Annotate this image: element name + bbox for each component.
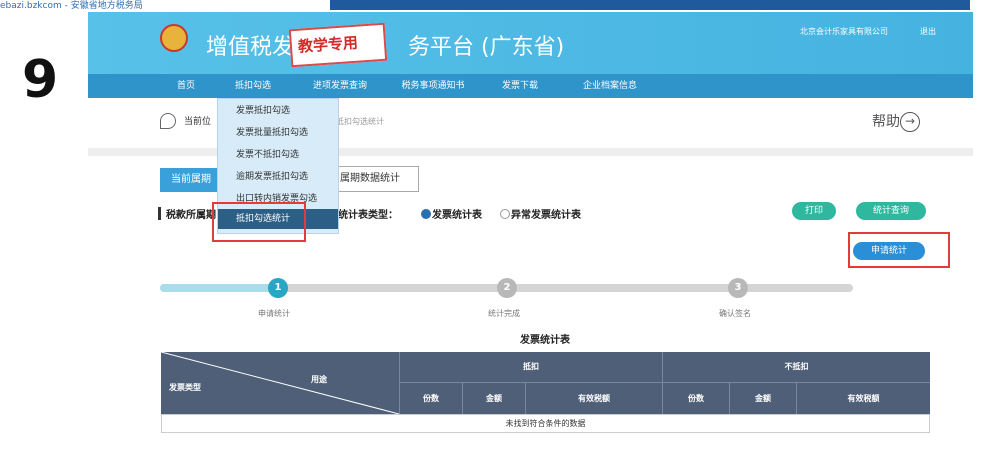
nav-invoice-download[interactable]: 发票下载 xyxy=(486,74,554,98)
highlight-box-menu xyxy=(212,202,306,242)
nav-tax-notice[interactable]: 税务事项通知书 xyxy=(388,74,478,98)
step-1-label: 申请统计 xyxy=(258,309,290,318)
section-title: 税款所属期 xyxy=(166,210,216,221)
section-marker xyxy=(158,207,161,220)
col-tax: 有效税额 xyxy=(847,394,880,403)
tab-period-stats[interactable]: 属期数据统计 xyxy=(337,166,419,192)
radio-invoice-stat[interactable] xyxy=(421,209,431,219)
step-1-icon: 1 xyxy=(268,278,288,298)
tax-emblem-icon xyxy=(160,24,188,52)
tab-current-period[interactable]: 当前属期 xyxy=(160,168,222,192)
breadcrumb-current: 抵扣勾选统计 xyxy=(336,117,384,126)
print-button[interactable]: 打印 xyxy=(792,202,836,220)
table-header: 发票类型 用途 抵扣 不抵扣 份数 金额 有效税额 份数 金额 有效税额 xyxy=(161,352,930,414)
app-title-part2: 务平台 (广东省) xyxy=(408,35,565,60)
table-title: 发票统计表 xyxy=(520,335,570,346)
top-strip: ebazi.bzkcom - 安徽省地方税务局 xyxy=(0,0,988,11)
col-amount: 金额 xyxy=(463,383,526,414)
col-count: 份数 xyxy=(400,383,463,414)
option-abnormal-stat[interactable]: 异常发票统计表 xyxy=(511,206,581,221)
stamp-text: 教学专用 xyxy=(297,33,359,56)
app-title-part1: 增值税发 xyxy=(206,35,295,60)
location-icon xyxy=(160,113,176,129)
step-3-icon: 3 xyxy=(728,278,748,298)
source-caption: ebazi.bzkcom - 安徽省地方税务局 xyxy=(0,1,143,11)
stat-type-label: 统计表类型： xyxy=(338,210,398,221)
corner-use-label: 用途 xyxy=(311,375,327,384)
corner-type-label: 发票类型 xyxy=(169,383,201,392)
menu-item-nondeduct[interactable]: 发票不抵扣勾选 xyxy=(218,145,338,165)
step-2-icon: 2 xyxy=(497,278,517,298)
nav-enterprise-profile[interactable]: 企业档案信息 xyxy=(562,74,658,98)
empty-row: 未找到符合条件的数据 xyxy=(161,414,930,433)
menu-item-invoice-deduct[interactable]: 发票抵扣勾选 xyxy=(218,101,338,121)
option-invoice-stat[interactable]: 发票统计表 xyxy=(432,206,482,221)
menu-item-overdue-deduct[interactable]: 逾期发票抵扣勾选 xyxy=(218,167,338,187)
company-name: 北京会计乐家具有限公司 xyxy=(800,27,888,36)
page-number: 9 xyxy=(22,50,59,110)
main-nav: 首页 抵扣勾选 进项发票查询 税务事项通知书 发票下载 企业档案信息 xyxy=(88,74,973,98)
progress-fill xyxy=(160,284,271,292)
teaching-stamp: 教学专用 xyxy=(288,22,388,68)
arrow-right-circle-icon[interactable]: → xyxy=(900,112,920,132)
nav-input-invoice-query[interactable]: 进项发票查询 xyxy=(302,74,378,98)
step-3-label: 确认签名 xyxy=(719,309,751,318)
radio-abnormal-stat[interactable] xyxy=(500,209,510,219)
group-nondeduct: 不抵扣 xyxy=(663,352,930,383)
col-tax: 有效税额 xyxy=(578,394,610,403)
help-link[interactable]: 帮助 xyxy=(872,111,900,131)
nav-home[interactable]: 首页 xyxy=(158,74,214,98)
app-header: 增值税发 务平台 (广东省) 教学专用 北京会计乐家具有限公司 退出 xyxy=(88,12,973,74)
top-banner xyxy=(330,0,970,10)
stat-query-button[interactable]: 统计查询 xyxy=(856,202,926,220)
menu-item-batch-deduct[interactable]: 发票批量抵扣勾选 xyxy=(218,123,338,143)
group-deduct: 抵扣 xyxy=(400,352,662,383)
nav-deduction-select[interactable]: 抵扣勾选 xyxy=(218,74,288,98)
logout-link[interactable]: 退出 xyxy=(920,26,936,37)
col-count: 份数 xyxy=(663,383,730,414)
highlight-box-apply xyxy=(848,232,950,268)
breadcrumb-label: 当前位 xyxy=(184,117,212,127)
step-2-label: 统计完成 xyxy=(488,309,520,318)
col-amount: 金额 xyxy=(730,383,797,414)
